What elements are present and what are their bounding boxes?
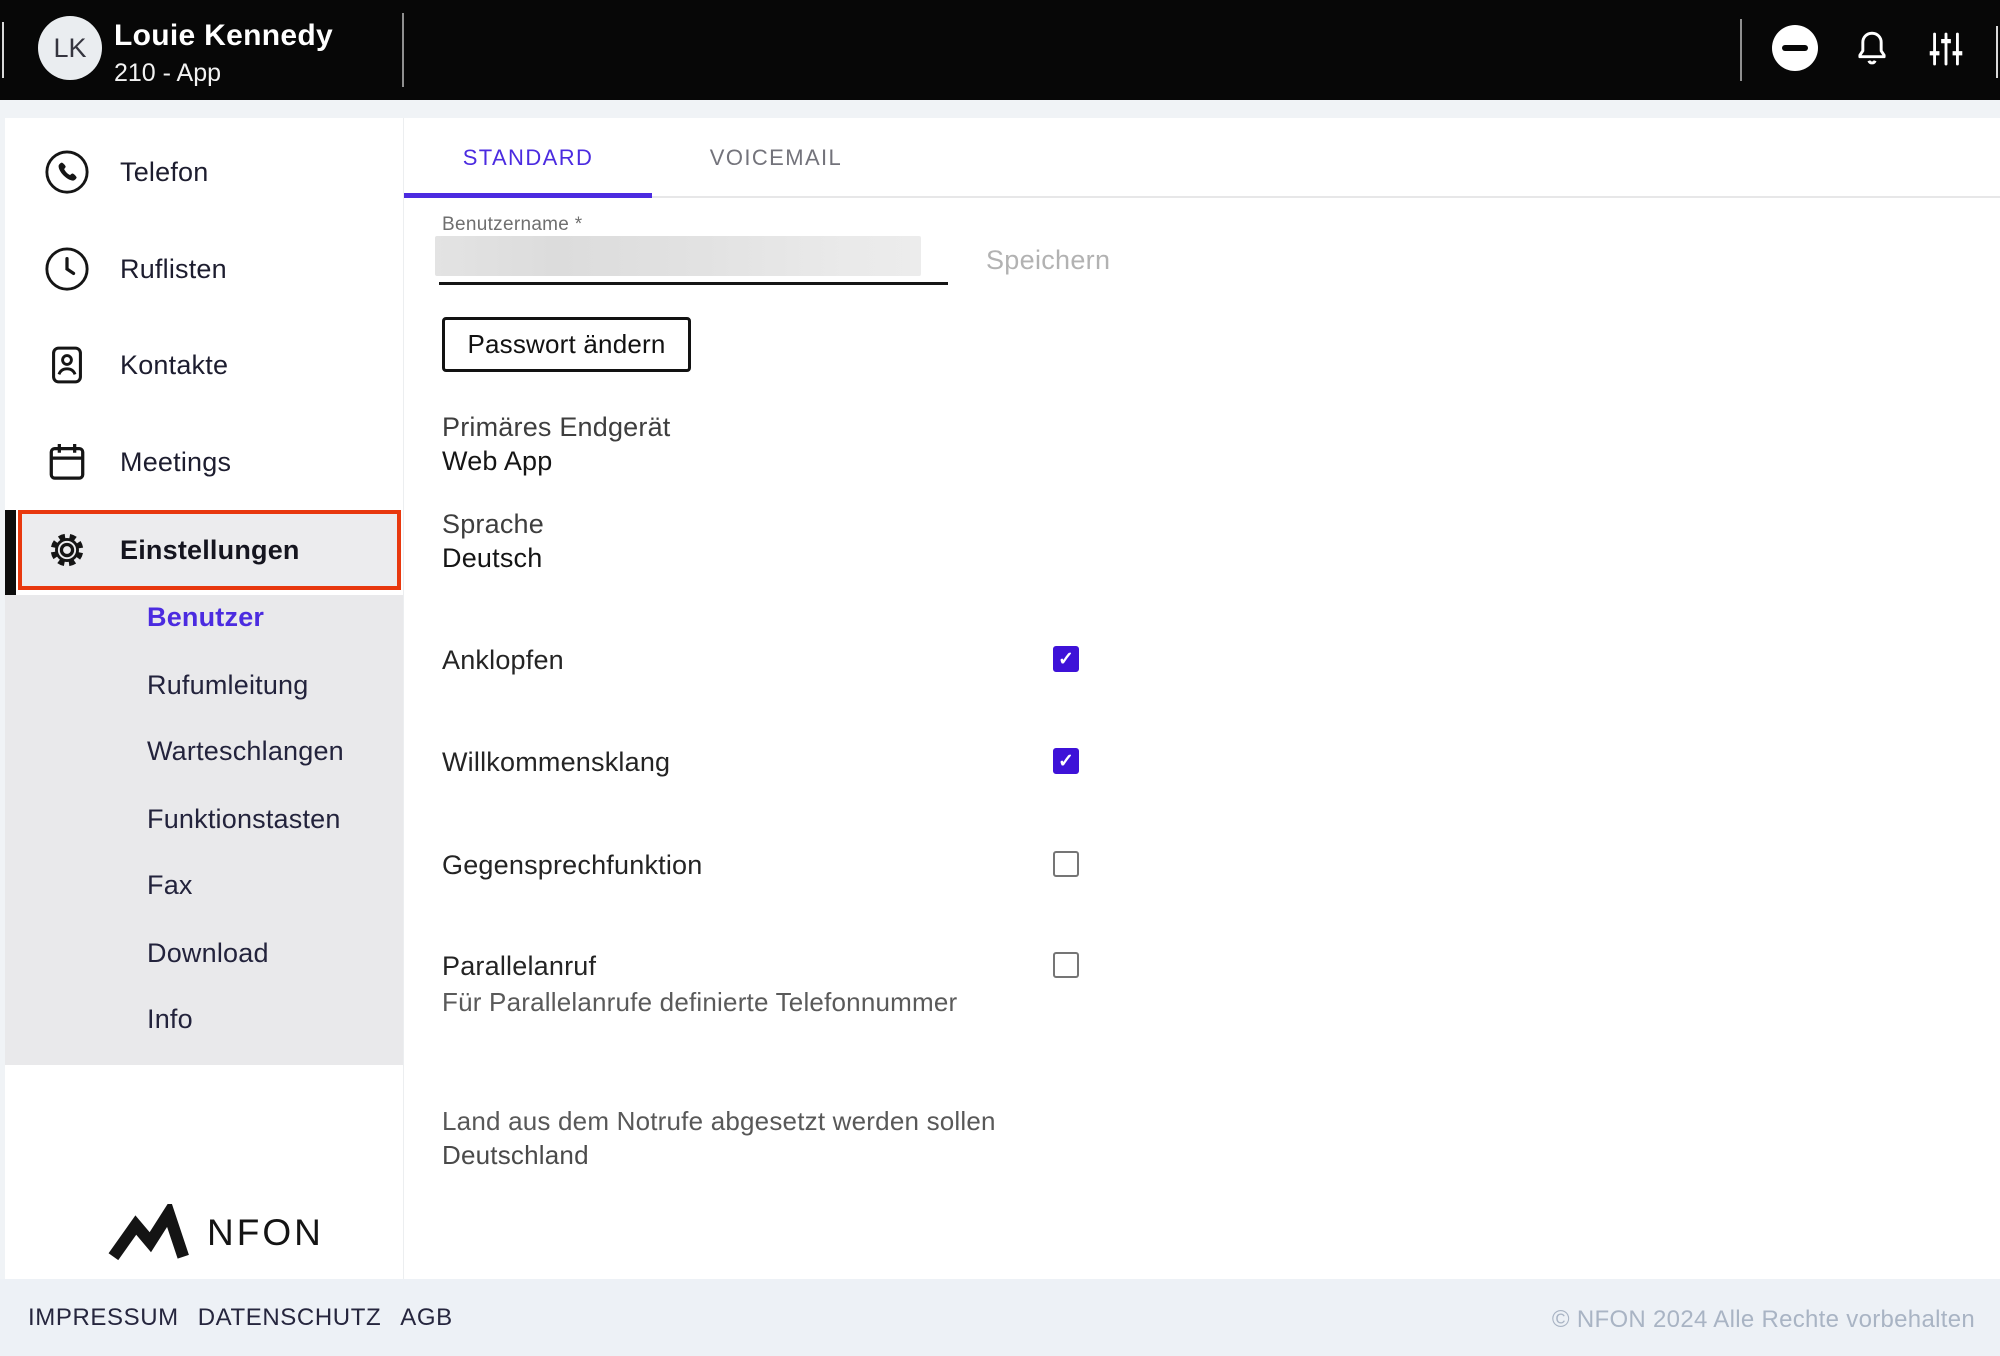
- sidebar-item-label: Meetings: [120, 447, 231, 478]
- sidebar-item-label: Kontakte: [120, 350, 228, 381]
- do-not-disturb-status-icon[interactable]: [1772, 25, 1818, 71]
- tab-voicemail[interactable]: VOICEMAIL: [652, 118, 900, 198]
- main-content: STANDARD VOICEMAIL Benutzername * Speich…: [403, 118, 2000, 1279]
- anklopfen-label: Anklopfen: [442, 645, 564, 676]
- footer-bar: IMPRESSUM DATENSCHUTZ AGB © NFON 2024 Al…: [0, 1279, 2000, 1356]
- minus-icon: [1782, 45, 1808, 51]
- gegensprechfunktion-label: Gegensprechfunktion: [442, 850, 702, 881]
- sidebar-item-kontakte[interactable]: Kontakte: [5, 335, 395, 395]
- check-icon: ✓: [1058, 650, 1074, 669]
- submenu-item-download[interactable]: Download: [147, 936, 269, 970]
- sidebar-item-label: Ruflisten: [120, 254, 227, 285]
- footer-link-datenschutz[interactable]: DATENSCHUTZ: [198, 1304, 381, 1332]
- nfon-logo-mark: [105, 1204, 193, 1262]
- submenu-item-rufumleitung[interactable]: Rufumleitung: [147, 668, 309, 702]
- footer-links: IMPRESSUM DATENSCHUTZ AGB: [28, 1304, 453, 1332]
- avatar[interactable]: LK: [38, 16, 102, 80]
- gear-icon: [44, 527, 90, 573]
- right-edge-mark: [1996, 26, 1998, 78]
- parallelanruf-checkbox[interactable]: ✓: [1053, 952, 1079, 978]
- emergency-country-value: Deutschland: [442, 1140, 589, 1171]
- language-label: Sprache: [442, 509, 544, 540]
- save-button[interactable]: Speichern: [986, 245, 1110, 276]
- parallelanruf-label: Parallelanruf: [442, 951, 596, 982]
- calendar-icon: [44, 439, 90, 485]
- sidebar-item-label: Einstellungen: [120, 535, 300, 566]
- anklopfen-checkbox[interactable]: ✓: [1053, 646, 1079, 672]
- nfon-app-window: LK Louie Kennedy 210 - App: [0, 0, 2000, 1356]
- nfon-logo: NFON: [105, 1203, 325, 1263]
- sidebar-item-meetings[interactable]: Meetings: [5, 432, 395, 492]
- parallelanruf-description: Für Parallelanrufe definierte Telefonnum…: [442, 987, 957, 1018]
- submenu-item-funktionstasten[interactable]: Funktionstasten: [147, 802, 341, 836]
- phone-icon: [44, 149, 90, 195]
- clock-icon: [44, 246, 90, 292]
- submenu-item-warteschlangen[interactable]: Warteschlangen: [147, 734, 344, 768]
- sidebar: Telefon Ruflisten Kontakte Meetings: [5, 118, 403, 1279]
- emergency-country-label: Land aus dem Notrufe abgesetzt werden so…: [442, 1106, 996, 1137]
- tab-standard[interactable]: STANDARD: [404, 118, 652, 198]
- primary-device-label: Primäres Endgerät: [442, 412, 671, 443]
- avatar-initials: LK: [53, 33, 86, 64]
- header-divider-left: [402, 13, 404, 87]
- change-password-button[interactable]: Passwort ändern: [442, 317, 691, 372]
- footer-copyright: © NFON 2024 Alle Rechte vorbehalten: [1552, 1306, 1975, 1334]
- user-name: Louie Kennedy: [114, 19, 333, 53]
- sidebar-item-ruflisten[interactable]: Ruflisten: [5, 239, 395, 299]
- username-label: Benutzername *: [442, 214, 582, 236]
- header-bar: LK Louie Kennedy 210 - App: [0, 0, 2000, 100]
- notifications-bell-icon[interactable]: [1850, 26, 1894, 72]
- willkommensklang-checkbox[interactable]: ✓: [1053, 748, 1079, 774]
- language-value: Deutsch: [442, 543, 542, 574]
- check-icon: ✓: [1058, 752, 1074, 771]
- user-extension: 210 - App: [114, 59, 221, 88]
- submenu-item-info[interactable]: Info: [147, 1002, 193, 1036]
- sidebar-item-telefon[interactable]: Telefon: [5, 142, 395, 202]
- nfon-logo-text: NFON: [207, 1212, 324, 1254]
- left-edge-mark: [2, 22, 4, 78]
- header-divider-right: [1740, 19, 1742, 81]
- willkommensklang-label: Willkommensklang: [442, 747, 670, 778]
- footer-link-agb[interactable]: AGB: [400, 1304, 452, 1332]
- submenu-item-benutzer[interactable]: Benutzer: [147, 600, 264, 634]
- username-input-underline: [439, 282, 948, 285]
- username-input[interactable]: [435, 236, 921, 276]
- footer-link-impressum[interactable]: IMPRESSUM: [28, 1304, 179, 1332]
- contact-card-icon: [44, 342, 90, 388]
- tuner-sliders-icon[interactable]: [1926, 28, 1966, 70]
- gegensprechfunktion-checkbox[interactable]: ✓: [1053, 851, 1079, 877]
- primary-device-value: Web App: [442, 446, 552, 477]
- sidebar-item-einstellungen[interactable]: Einstellungen: [18, 510, 401, 590]
- submenu-item-fax[interactable]: Fax: [147, 868, 193, 902]
- active-tab-underline: [404, 193, 652, 198]
- sidebar-item-label: Telefon: [120, 157, 208, 188]
